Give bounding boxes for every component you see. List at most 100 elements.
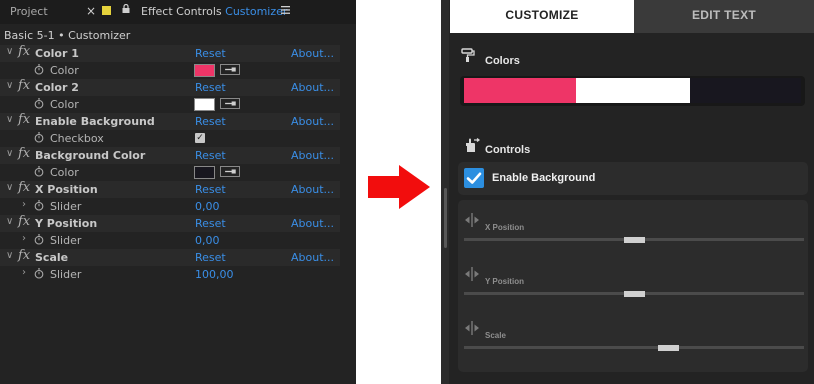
color-swatch[interactable]	[194, 98, 215, 111]
twirl-down-icon[interactable]: ∨	[6, 182, 13, 193]
stopwatch-icon[interactable]	[34, 166, 44, 177]
about-link[interactable]: About...	[291, 115, 334, 128]
effect-color-2[interactable]: ∨ fx Color 2 Reset About...	[0, 78, 340, 96]
eyedropper-icon[interactable]	[220, 166, 240, 177]
y-position-label: Y Position	[485, 277, 524, 286]
param-background-color: Color	[0, 164, 340, 181]
enable-background-checkbox[interactable]	[464, 168, 484, 188]
color-2-swatch[interactable]	[576, 78, 690, 103]
reset-link[interactable]: Reset	[195, 149, 226, 162]
label-color-icon	[102, 6, 111, 15]
customizer-panel: CUSTOMIZE EDIT TEXT Colors Controls Enab…	[441, 0, 814, 384]
tab-project[interactable]: Project	[10, 5, 48, 18]
color-1-swatch[interactable]	[464, 78, 576, 103]
reset-link[interactable]: Reset	[195, 251, 226, 264]
about-link[interactable]: About...	[291, 149, 334, 162]
stopwatch-icon[interactable]	[34, 98, 44, 109]
effect-name: Color 2	[35, 81, 79, 94]
reset-link[interactable]: Reset	[195, 81, 226, 94]
twirl-right-icon[interactable]: ›	[22, 199, 26, 210]
tab-effect-controls-label: Effect Controls	[141, 5, 222, 18]
stopwatch-icon[interactable]	[34, 132, 44, 143]
effect-scale[interactable]: ∨ fx Scale Reset About...	[0, 248, 340, 266]
slider-value[interactable]: 0,00	[195, 234, 220, 247]
scrollbar-handle[interactable]	[444, 188, 447, 248]
controls-section-title: Controls	[485, 144, 531, 156]
panel-tab-bar: Project × Effect Controls Customizer	[0, 0, 356, 24]
about-link[interactable]: About...	[291, 251, 334, 264]
effect-color-1[interactable]: ∨ fx Color 1 Reset About...	[0, 44, 340, 62]
fx-icon[interactable]: fx	[18, 248, 30, 263]
twirl-down-icon[interactable]: ∨	[6, 216, 13, 227]
colors-section-title: Colors	[485, 55, 520, 67]
effect-y-position[interactable]: ∨ fx Y Position Reset About...	[0, 214, 340, 232]
fx-icon[interactable]: fx	[18, 214, 30, 229]
twirl-down-icon[interactable]: ∨	[6, 148, 13, 159]
slider-value[interactable]: 100,00	[195, 268, 234, 281]
stopwatch-icon[interactable]	[34, 268, 44, 279]
about-link[interactable]: About...	[291, 81, 334, 94]
comp-layer-title: Basic 5-1 • Customizer	[4, 29, 131, 42]
y-position-slider-thumb[interactable]	[623, 290, 645, 297]
fx-icon[interactable]: fx	[18, 146, 30, 161]
param-x-position: › Slider 0,00	[0, 198, 340, 215]
enable-background-toggle[interactable]: Enable Background	[458, 162, 808, 195]
about-link[interactable]: About...	[291, 217, 334, 230]
panel-scrollbar[interactable]	[441, 0, 449, 384]
slider-value[interactable]: 0,00	[195, 200, 220, 213]
param-name: Color	[50, 64, 79, 77]
reset-link[interactable]: Reset	[195, 47, 226, 60]
fx-icon[interactable]: fx	[18, 78, 30, 93]
color-swatch[interactable]	[194, 64, 215, 77]
twirl-down-icon[interactable]: ∨	[6, 80, 13, 91]
param-name: Checkbox	[50, 132, 104, 145]
param-scale: › Slider 100,00	[0, 266, 340, 283]
effect-name: Background Color	[35, 149, 146, 162]
checkbox[interactable]: ✓	[195, 133, 205, 143]
lock-icon[interactable]	[122, 4, 130, 13]
tab-effect-controls[interactable]: Effect Controls Customizer	[141, 5, 287, 18]
close-tab-icon[interactable]: ×	[86, 4, 96, 18]
reset-link[interactable]: Reset	[195, 115, 226, 128]
x-position-slider-thumb[interactable]	[623, 236, 645, 243]
fx-icon[interactable]: fx	[18, 44, 30, 59]
param-enable-background: Checkbox ✓	[0, 130, 340, 147]
x-position-slider[interactable]	[464, 236, 804, 243]
fx-icon[interactable]: fx	[18, 112, 30, 127]
eyedropper-icon[interactable]	[220, 98, 240, 109]
scale-slider-thumb[interactable]	[657, 344, 679, 351]
stopwatch-icon[interactable]	[34, 64, 44, 75]
twirl-down-icon[interactable]: ∨	[6, 46, 13, 57]
reset-link[interactable]: Reset	[195, 217, 226, 230]
twirl-down-icon[interactable]: ∨	[6, 114, 13, 125]
fx-icon[interactable]: fx	[18, 180, 30, 195]
pointer-hand-icon	[466, 138, 480, 152]
effect-controls-panel: Project × Effect Controls Customizer Bas…	[0, 0, 356, 384]
panel-menu-icon[interactable]	[281, 6, 290, 14]
about-link[interactable]: About...	[291, 183, 334, 196]
about-link[interactable]: About...	[291, 47, 334, 60]
param-y-position: › Slider 0,00	[0, 232, 340, 249]
effect-enable-background[interactable]: ∨ fx Enable Background Reset About...	[0, 112, 340, 130]
twirl-down-icon[interactable]: ∨	[6, 250, 13, 261]
param-color-1: Color	[0, 62, 340, 79]
effect-name: Enable Background	[35, 115, 155, 128]
stopwatch-icon[interactable]	[34, 234, 44, 245]
twirl-right-icon[interactable]: ›	[22, 233, 26, 244]
scale-label: Scale	[485, 331, 506, 340]
twirl-right-icon[interactable]: ›	[22, 267, 26, 278]
effect-background-color[interactable]: ∨ fx Background Color Reset About...	[0, 146, 340, 164]
tab-customize[interactable]: CUSTOMIZE	[450, 0, 634, 33]
reset-link[interactable]: Reset	[195, 183, 226, 196]
y-position-slider[interactable]	[464, 290, 804, 297]
tab-edit-text[interactable]: EDIT TEXT	[634, 0, 814, 33]
stopwatch-icon[interactable]	[34, 200, 44, 211]
background-color-swatch[interactable]	[690, 78, 801, 103]
color-swatch[interactable]	[194, 166, 215, 179]
eyedropper-icon[interactable]	[220, 64, 240, 75]
effect-x-position[interactable]: ∨ fx X Position Reset About...	[0, 180, 340, 198]
param-name: Slider	[50, 234, 82, 247]
scale-slider[interactable]	[464, 344, 804, 351]
tab-effect-controls-layer: Customizer	[225, 5, 288, 18]
color-swatches	[460, 76, 805, 106]
